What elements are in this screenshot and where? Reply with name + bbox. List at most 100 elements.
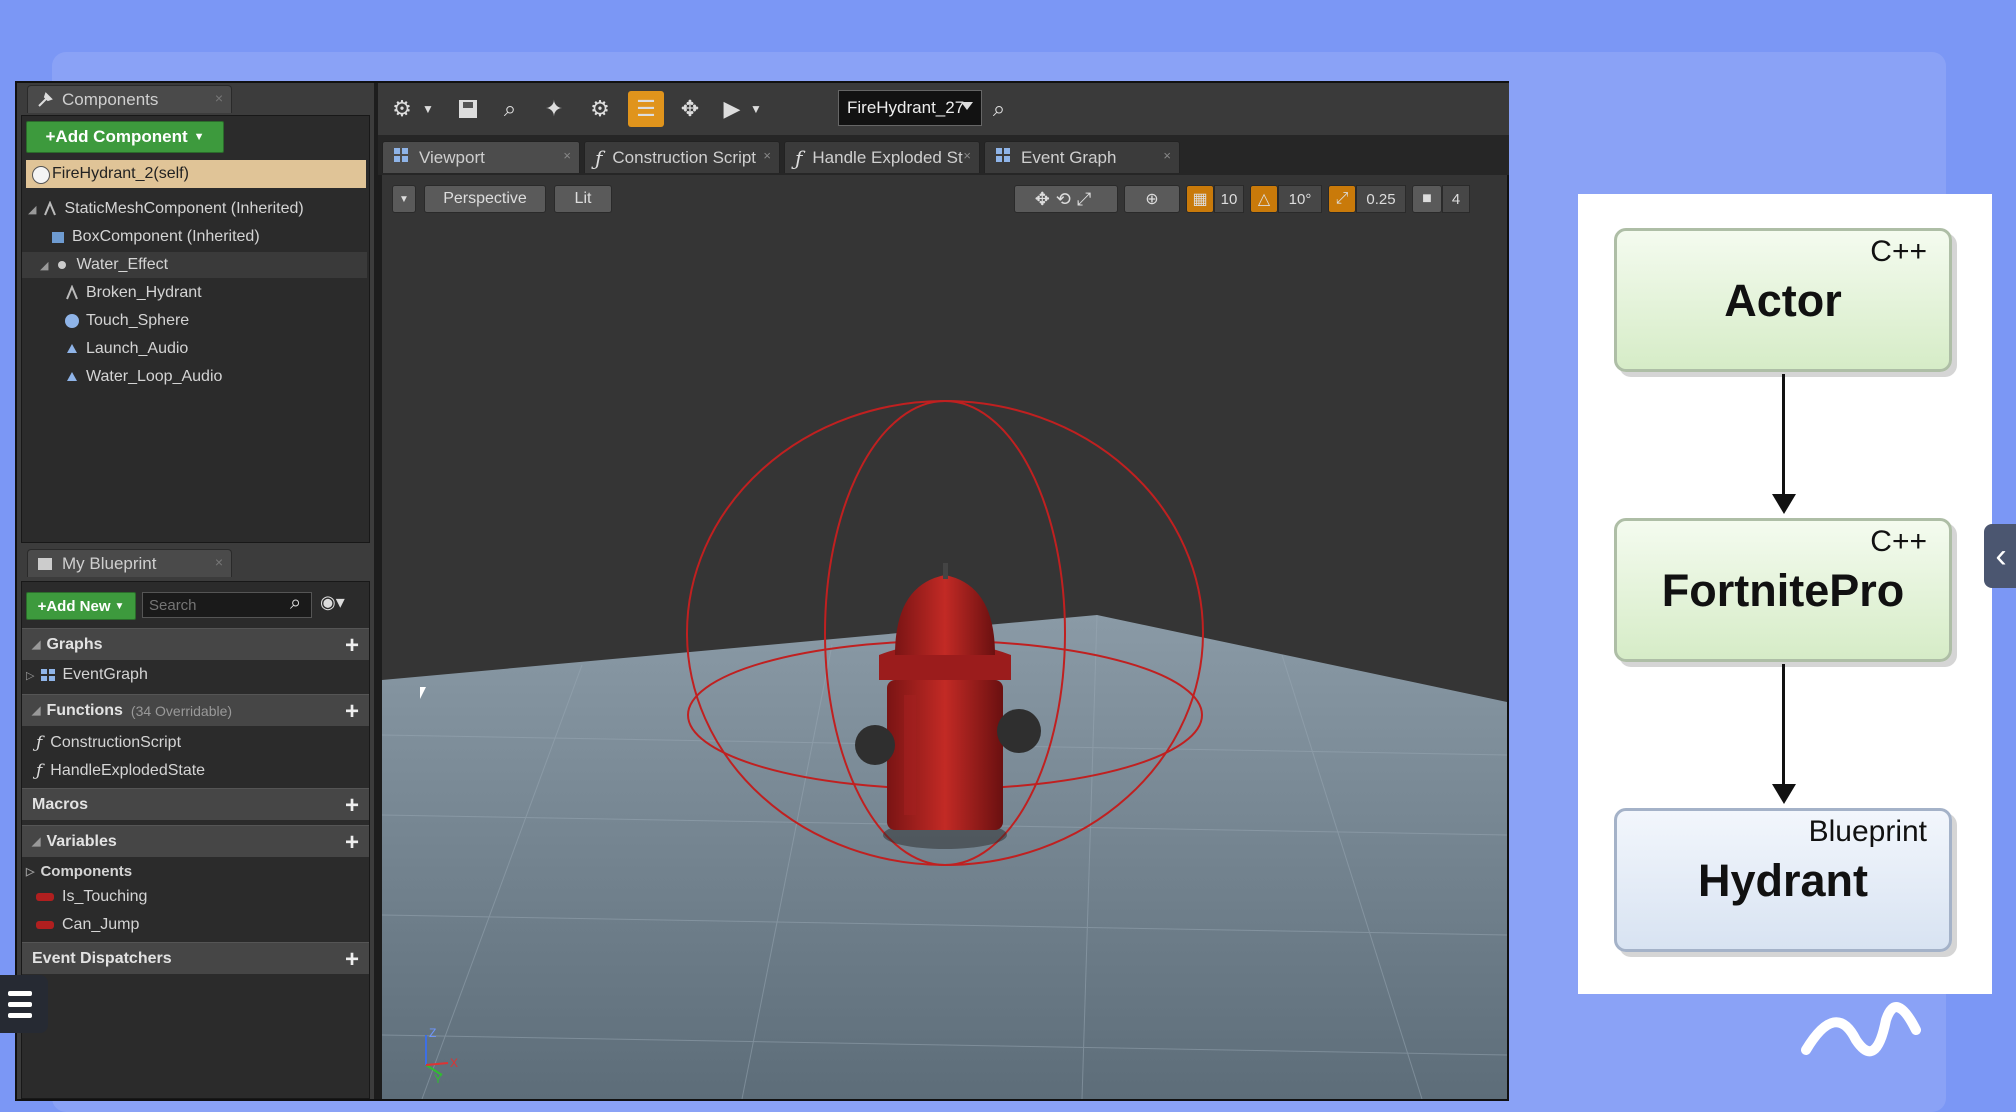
simulation-icon[interactable]: ✥ (672, 91, 708, 127)
tab-label: Event Graph (1021, 147, 1117, 167)
add-variable-icon[interactable]: + (345, 829, 359, 857)
rotation-snap-value[interactable]: 10° (1278, 185, 1322, 213)
unreal-blueprint-editor: Components × +Add Component ▼ FireHydran… (15, 81, 1509, 1101)
grid-snap-icon[interactable]: ▦ (1186, 185, 1214, 213)
section-macros[interactable]: Macros + (22, 788, 369, 820)
viewport-options-button[interactable]: ▼ (392, 185, 416, 213)
tab-event-graph[interactable]: Event Graph × (984, 141, 1180, 173)
scale-snap-icon[interactable]: ⤢ (1328, 185, 1356, 213)
section-variables[interactable]: ◢ Variables + (22, 825, 369, 857)
add-new-button[interactable]: +Add New ▼ (26, 592, 136, 620)
add-component-button[interactable]: +Add Component ▼ (26, 121, 224, 153)
node-name: FortnitePro (1661, 565, 1905, 616)
compile-icon[interactable]: ⚙ (384, 91, 420, 127)
tree-item-launch-audio[interactable]: Launch_Audio (64, 336, 188, 362)
debug-object-select[interactable]: FireHydrant_27 (838, 90, 982, 126)
close-icon[interactable]: × (763, 148, 771, 163)
world-local-icon[interactable]: ⊕ (1124, 185, 1180, 213)
category-label: Components (40, 862, 133, 880)
grid-snap-value[interactable]: 10 (1214, 185, 1244, 213)
viewport-scene: Z Y X (382, 400, 1507, 1099)
function-item-handle-exploded-state[interactable]: ƒ HandleExplodedState (36, 758, 205, 784)
transform-tools[interactable]: ✥⟲⤢ (1014, 185, 1118, 213)
mesh-icon (42, 200, 58, 217)
expand-arrow-icon[interactable]: ◢ (28, 203, 36, 216)
axis-y-label: Y (434, 1072, 442, 1086)
camera-speed-value[interactable]: 4 (1442, 185, 1470, 213)
section-label: Variables (46, 832, 117, 850)
add-macro-icon[interactable]: + (345, 792, 359, 820)
viewport[interactable]: Z Y X ▼ Perspective Lit ✥⟲⤢ ⊕ ▦ 10 △ 10°… (382, 175, 1507, 1099)
wrench-icon (36, 91, 54, 109)
rotation-snap-icon[interactable]: △ (1250, 185, 1278, 213)
search-input[interactable] (142, 592, 312, 618)
tree-label: Launch_Audio (86, 340, 189, 357)
perspective-button[interactable]: Perspective (424, 185, 546, 213)
left-panel: Components × +Add Component ▼ FireHydran… (17, 83, 374, 1099)
collapse-arrow-icon[interactable]: ◢ (32, 704, 40, 717)
component-self[interactable]: FireHydrant_2(self) (26, 160, 366, 188)
search-icon[interactable]: ⌕ (984, 91, 1014, 127)
section-graphs[interactable]: ◢ Graphs + (22, 628, 369, 660)
section-event-dispatchers[interactable]: Event Dispatchers + (22, 942, 369, 974)
tree-item-touch-sphere[interactable]: Touch_Sphere (64, 308, 189, 334)
close-icon[interactable]: × (215, 554, 223, 570)
tab-my-blueprint[interactable]: My Blueprint × (27, 549, 232, 577)
tab-components[interactable]: Components × (27, 85, 232, 113)
lit-button[interactable]: Lit (554, 185, 612, 213)
add-dispatcher-icon[interactable]: + (345, 946, 359, 974)
audio-icon (64, 341, 80, 357)
chevron-down-icon[interactable]: ▼ (418, 91, 438, 127)
scale-snap-value[interactable]: 0.25 (1356, 185, 1406, 213)
tree-item-box-component[interactable]: BoxComponent (Inherited) (50, 224, 260, 250)
node-actor: C++ Actor (1614, 228, 1952, 372)
collapse-arrow-icon[interactable]: ◢ (32, 638, 40, 651)
class-defaults-icon[interactable]: ☰ (628, 91, 664, 127)
bool-type-icon (36, 921, 54, 929)
variable-item-is-touching[interactable]: Is_Touching (36, 884, 147, 910)
tree-item-water-loop-audio[interactable]: Water_Loop_Audio (64, 364, 222, 390)
function-icon: ƒ (36, 761, 43, 781)
save-icon[interactable] (450, 91, 486, 127)
find-icon[interactable]: ✦ (536, 91, 572, 127)
chevron-down-icon: ▼ (114, 600, 125, 612)
collapse-arrow-icon[interactable]: ◢ (32, 835, 40, 848)
close-icon[interactable]: × (215, 90, 223, 106)
axis-z-label: Z (429, 1026, 436, 1040)
tab-viewport[interactable]: Viewport × (382, 141, 580, 173)
expand-arrow-icon[interactable]: ▷ (26, 669, 34, 682)
chevron-down-icon[interactable]: ▼ (746, 91, 766, 127)
tab-construction-script[interactable]: ƒ Construction Script × (584, 141, 780, 173)
collapse-panel-button[interactable]: ‹ (1984, 524, 2016, 588)
expand-arrow-icon[interactable]: ◢ (40, 259, 48, 272)
variable-category-components[interactable]: ▷ Components (26, 858, 132, 884)
tree-item-water-effect[interactable]: ◢ Water_Effect (22, 252, 367, 278)
tree-item-broken-hydrant[interactable]: Broken_Hydrant (64, 280, 202, 306)
list-menu-icon[interactable] (0, 975, 48, 1033)
graph-item-event-graph[interactable]: ▷ EventGraph (26, 662, 148, 688)
class-settings-icon[interactable]: ⚙ (582, 91, 618, 127)
variable-label: Is_Touching (62, 888, 148, 905)
sphere-icon (64, 313, 80, 329)
graph-label: EventGraph (62, 666, 148, 683)
tab-handle-exploded-state[interactable]: ƒ Handle Exploded St × (784, 141, 980, 173)
add-function-icon[interactable]: + (345, 698, 359, 726)
eye-icon[interactable]: ◉▾ (320, 592, 345, 613)
function-item-construction-script[interactable]: ƒ ConstructionScript (36, 730, 181, 756)
section-functions[interactable]: ◢ Functions (34 Overridable) + (22, 694, 369, 726)
node-tag: C++ (1870, 525, 1927, 558)
particle-icon (54, 257, 70, 273)
variable-item-can-jump[interactable]: Can_Jump (36, 912, 139, 938)
expand-arrow-icon[interactable]: ▷ (26, 865, 34, 878)
play-icon[interactable]: ▶ (714, 91, 750, 127)
browse-icon[interactable]: ⌕ (492, 91, 528, 127)
close-icon[interactable]: × (563, 148, 571, 163)
close-icon[interactable]: × (1163, 148, 1171, 163)
node-tag: Blueprint (1808, 815, 1927, 848)
search-icon[interactable]: ⌕ (290, 592, 301, 615)
add-graph-icon[interactable]: + (345, 632, 359, 660)
my-blueprint-area: +Add New ▼ ⌕ ◉▾ ◢ Graphs + ▷ EventGraph … (21, 581, 370, 1099)
camera-speed-icon[interactable]: ■ (1412, 185, 1442, 213)
close-icon[interactable]: × (963, 148, 971, 163)
tree-item-static-mesh[interactable]: ◢ StaticMeshComponent (Inherited) (28, 196, 304, 222)
